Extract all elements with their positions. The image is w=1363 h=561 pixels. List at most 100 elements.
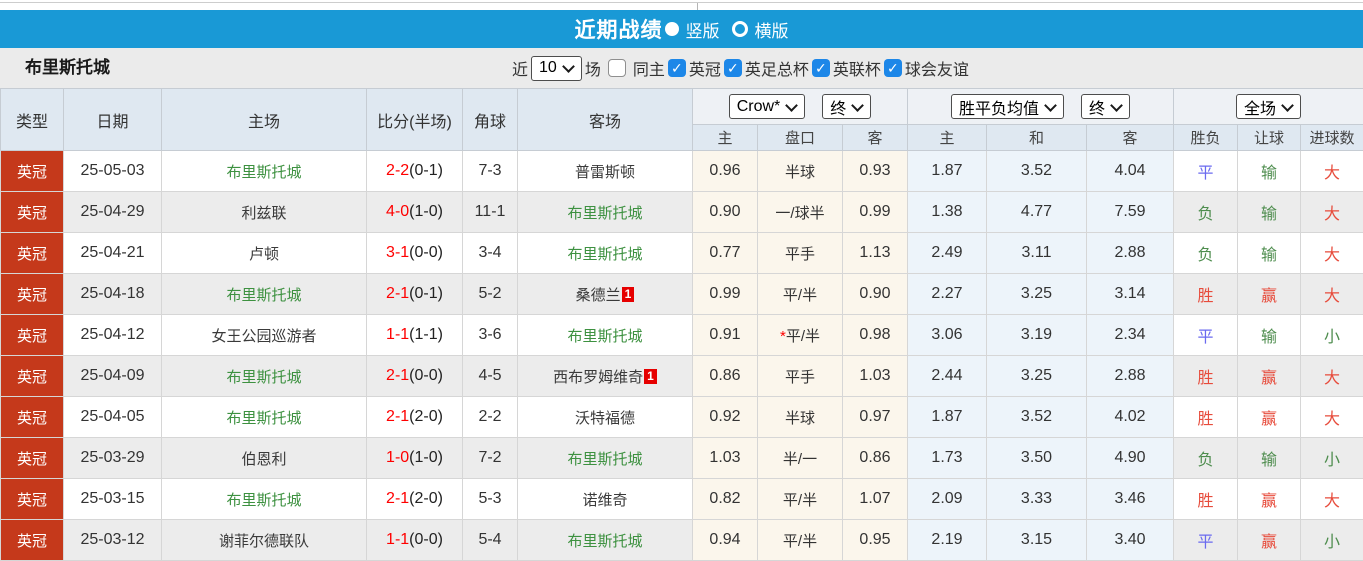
handicap-value: 平手	[785, 246, 815, 263]
vertical-layout-label: 竖版	[686, 17, 720, 42]
avg-draw-cell: 3.19	[987, 315, 1087, 356]
handicap-result-value: 输	[1261, 452, 1277, 469]
handicap-result-value: 赢	[1261, 370, 1277, 387]
period-select[interactable]: 全场	[1236, 94, 1301, 119]
away-team-link[interactable]: 普雷斯顿	[575, 164, 635, 181]
avg-home-cell: 2.49	[908, 233, 987, 274]
goals-result-value: 大	[1324, 411, 1340, 428]
outcome-value: 胜	[1198, 370, 1214, 387]
avg-home-cell: 1.38	[908, 192, 987, 233]
league-checkbox[interactable]: ✓	[668, 59, 686, 77]
recent-label: 近	[512, 56, 528, 80]
handicap-value: 半/一	[783, 451, 817, 468]
col-away: 客场	[518, 89, 693, 151]
avg-draw-cell: 3.33	[987, 479, 1087, 520]
chevron-down-icon	[785, 99, 798, 112]
chevron-down-icon	[1281, 99, 1294, 112]
odds-time-select[interactable]: 终	[822, 94, 871, 119]
bookmaker-select-value: Crow*	[737, 98, 781, 116]
col-home: 主场	[162, 89, 367, 151]
avg-home-cell: 1.87	[908, 397, 987, 438]
avg-away-cell: 4.02	[1087, 397, 1174, 438]
home-team-link[interactable]: 布里斯托城	[226, 287, 301, 304]
title-bar: 近期战绩 竖版 横版	[0, 10, 1363, 48]
avg-home-cell: 1.87	[908, 151, 987, 192]
divider-tick	[697, 3, 698, 10]
vertical-layout-radio[interactable]	[665, 22, 679, 36]
avg-draw-cell: 3.15	[987, 520, 1087, 561]
bookmaker-select[interactable]: Crow*	[729, 94, 806, 119]
avg-draw-cell: 4.77	[987, 192, 1087, 233]
home-team-link[interactable]: 女王公园巡游者	[211, 328, 316, 345]
away-team-link[interactable]: 布里斯托城	[567, 205, 642, 222]
away-team-link[interactable]: 布里斯托城	[567, 246, 642, 263]
avg-home-cell: 2.09	[908, 479, 987, 520]
friendly-checkbox[interactable]: ✓	[884, 59, 902, 77]
fulltime-score: 2-1	[386, 408, 409, 425]
away-team-link[interactable]: 桑德兰	[576, 287, 621, 304]
fa-cup-checkbox[interactable]: ✓	[724, 59, 742, 77]
outcome-cell: 平	[1174, 520, 1238, 561]
match-row: 英冠 25-04-18 布里斯托城 2-1(0-1) 5-2 桑德兰1 0.99…	[1, 274, 1363, 315]
goals-result-cell: 大	[1301, 397, 1363, 438]
avg-type-select[interactable]: 胜平负均值	[951, 94, 1064, 119]
outcome-cell: 胜	[1174, 274, 1238, 315]
odds-home-cell: 0.86	[693, 356, 758, 397]
home-team-cell: 谢菲尔德联队	[162, 520, 367, 561]
handicap-cell: 半球	[758, 151, 843, 192]
page-title: 近期战绩	[575, 14, 663, 44]
same-home-checkbox[interactable]	[608, 59, 626, 77]
score-cell: 2-1(0-0)	[367, 356, 463, 397]
goals-result-cell: 大	[1301, 151, 1363, 192]
away-team-cell: 诺维奇	[518, 479, 693, 520]
match-row: 英冠 25-03-29 伯恩利 1-0(1-0) 7-2 布里斯托城 1.03 …	[1, 438, 1363, 479]
goals-result-cell: 大	[1301, 192, 1363, 233]
home-team-link[interactable]: 布里斯托城	[226, 410, 301, 427]
home-team-link[interactable]: 卢顿	[249, 246, 279, 263]
away-team-link[interactable]: 布里斯托城	[567, 451, 642, 468]
handicap-cell: 平/半	[758, 479, 843, 520]
odds-home-cell: 0.90	[693, 192, 758, 233]
home-team-link[interactable]: 布里斯托城	[226, 164, 301, 181]
handicap-cell: 半球	[758, 397, 843, 438]
odds-time-select-value: 终	[830, 95, 846, 119]
match-row: 英冠 25-04-05 布里斯托城 2-1(2-0) 2-2 沃特福德 0.92…	[1, 397, 1363, 438]
away-team-link[interactable]: 布里斯托城	[567, 328, 642, 345]
away-team-link[interactable]: 沃特福德	[575, 410, 635, 427]
away-team-link[interactable]: 西布罗姆维奇	[553, 369, 643, 386]
odds-away-cell: 0.99	[843, 192, 908, 233]
avg-away-cell: 4.04	[1087, 151, 1174, 192]
table-body: 英冠 25-05-03 布里斯托城 2-2(0-1) 7-3 普雷斯顿 0.96…	[1, 151, 1363, 561]
handicap-result-cell: 赢	[1238, 274, 1301, 315]
away-team-link[interactable]: 布里斯托城	[567, 533, 642, 550]
home-team-link[interactable]: 布里斯托城	[226, 369, 301, 386]
fulltime-score: 2-1	[386, 367, 409, 384]
recent-count-select[interactable]: 10	[531, 56, 582, 81]
league-cup-checkbox[interactable]: ✓	[812, 59, 830, 77]
home-team-link[interactable]: 伯恩利	[241, 451, 286, 468]
away-team-link[interactable]: 诺维奇	[582, 492, 627, 509]
date-cell: 25-03-15	[64, 479, 162, 520]
horizontal-layout-radio[interactable]	[732, 21, 748, 37]
results-table: 类型 日期 主场 比分(半场) 角球 客场 Crow* 终	[0, 88, 1363, 561]
avg-time-select[interactable]: 终	[1081, 94, 1130, 119]
avg-draw-cell: 3.52	[987, 151, 1087, 192]
league-type-cell: 英冠	[1, 233, 64, 274]
handicap-result-value: 输	[1261, 206, 1277, 223]
match-row: 英冠 25-04-29 利兹联 4-0(1-0) 11-1 布里斯托城 0.90…	[1, 192, 1363, 233]
home-team-link[interactable]: 谢菲尔德联队	[219, 533, 309, 550]
outcome-value: 平	[1198, 329, 1214, 346]
fulltime-score: 4-0	[386, 203, 409, 220]
score-cell: 4-0(1-0)	[367, 192, 463, 233]
chevron-down-icon	[562, 60, 575, 73]
home-team-link[interactable]: 布里斯托城	[226, 492, 301, 509]
odds-home-cell: 0.94	[693, 520, 758, 561]
subcol-odds-away: 客	[843, 125, 908, 151]
halftime-score: (0-0)	[409, 244, 443, 261]
halftime-score: (2-0)	[409, 490, 443, 507]
halftime-score: (1-1)	[409, 326, 443, 343]
halftime-score: (2-0)	[409, 408, 443, 425]
home-team-link[interactable]: 利兹联	[241, 205, 286, 222]
date-cell: 25-05-03	[64, 151, 162, 192]
halftime-score: (0-0)	[409, 531, 443, 548]
